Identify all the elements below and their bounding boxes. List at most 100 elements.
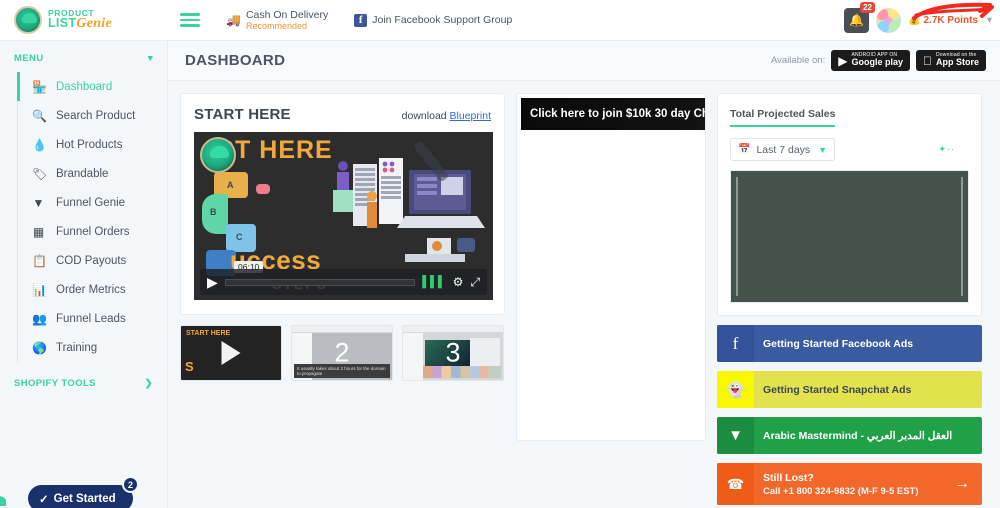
sidebar-item-label: Hot Products	[56, 138, 123, 151]
top-navigation-bar: PRODUCT LISTGenie 🚚 Cash On Delivery Rec…	[0, 0, 1000, 41]
sidebar-section-shopify-tools[interactable]: SHOPIFY TOOLS ❯	[0, 368, 167, 393]
google-play-label: Google play	[851, 57, 903, 68]
video-progress-bar[interactable]	[224, 278, 416, 286]
sidebar-item-label: Search Product	[56, 109, 136, 122]
browser-chrome-bar	[403, 326, 503, 333]
fullscreen-icon[interactable]: ⤢	[470, 275, 480, 290]
arabic-mastermind-button[interactable]: ▼ Arabic Mastermind - العقل المدبر العرب…	[717, 417, 982, 454]
volume-icon[interactable]: ▌▌▌	[422, 276, 445, 288]
sidebar-item-label: Funnel Leads	[56, 312, 126, 325]
list-item[interactable]: 2 It usually takes about 2 hours for the…	[291, 325, 393, 381]
brand-wordmark: PRODUCT LISTGenie	[48, 9, 112, 32]
challenge-card: Click here to join $10k 30 day Challenge	[516, 93, 706, 441]
sidebar-item-order-metrics[interactable]: 📊 Order Metrics	[18, 275, 167, 304]
puzzle-label-a: A	[227, 180, 234, 190]
avatar[interactable]	[876, 7, 902, 33]
sidebar-item-dashboard[interactable]: 🏪 Dashboard	[17, 72, 167, 101]
sidebar-item-hot-products[interactable]: 💧 Hot Products	[18, 130, 167, 159]
sidebar-item-funnel-orders[interactable]: ▦ Funnel Orders	[18, 217, 167, 246]
app-store-button[interactable]:  Download on the App Store	[915, 50, 986, 71]
chevron-down-icon: ▾	[147, 53, 153, 64]
start-here-column: START HERE download Blueprint RT HERE A …	[180, 93, 505, 381]
fire-drop-icon: 💧	[32, 137, 47, 152]
puzzle-label-c: C	[236, 232, 243, 242]
brand-logo-link[interactable]: PRODUCT LISTGenie	[0, 0, 168, 41]
chevron-down-icon[interactable]: ▾	[987, 15, 992, 26]
play-icon	[221, 341, 241, 365]
brand-line-2-italic: Genie	[76, 16, 112, 32]
start-here-title: START HERE	[194, 106, 291, 123]
getting-started-snapchat-ads-button[interactable]: 👻 Getting Started Snapchat Ads	[717, 371, 982, 408]
download-label: download	[401, 110, 447, 122]
sidebar-item-label: Funnel Genie	[56, 196, 126, 209]
thumbnail-caption: It usually takes about 2 hours for the d…	[294, 364, 390, 378]
thumbnail-product-strip	[423, 366, 501, 378]
download-blueprint: download Blueprint	[402, 110, 491, 122]
notification-count-badge: 22	[860, 1, 876, 13]
hamburger-icon[interactable]	[180, 10, 200, 30]
sales-chart-area	[730, 170, 969, 303]
sidebar-item-funnel-leads[interactable]: 👥 Funnel Leads	[18, 304, 167, 333]
facebook-icon: f	[354, 13, 368, 27]
google-play-button[interactable]: ▶ ANDROID APP ON Google play	[831, 50, 910, 71]
challenge-banner-text: Click here to join $10k 30 day Challenge	[530, 108, 705, 120]
date-range-dropdown[interactable]: 📅 Last 7 days ▼	[730, 138, 836, 161]
sidebar-item-brandable[interactable]: 🏷 Brandable	[18, 159, 167, 188]
snapchat-ghost-icon: 👻	[717, 371, 754, 408]
phone-icon: ☎	[717, 463, 754, 505]
tag-icon: 🏷	[32, 166, 48, 181]
notifications-button[interactable]: 🔔 22	[844, 1, 876, 33]
sidebar-item-label: Dashboard	[56, 80, 113, 93]
sidebar: MENU ▾ 🏪 Dashboard 🔍 Search Product 💧 Ho…	[0, 41, 168, 508]
blueprint-link[interactable]: Blueprint	[450, 110, 491, 122]
date-range-value: Last 7 days	[756, 143, 811, 156]
get-started-chat-button[interactable]: ✓ Get Started 2	[28, 476, 139, 508]
users-icon: 👥	[32, 311, 47, 326]
google-play-icon: ▶	[838, 53, 848, 68]
challenge-banner-link[interactable]: Click here to join $10k 30 day Challenge	[521, 98, 705, 130]
video-thumbnail-list: START HERE S 2 It usually takes about 2 …	[180, 325, 505, 381]
status-badge: 2	[122, 476, 139, 493]
getting-started-facebook-ads-button[interactable]: f Getting Started Facebook Ads	[717, 325, 982, 362]
sidebar-item-label: Brandable	[56, 167, 109, 180]
list-item[interactable]: START HERE S	[180, 325, 282, 381]
sidebar-item-label: Funnel Orders	[56, 225, 130, 238]
puzzle-label-b: B	[210, 207, 217, 217]
facebook-group-label: Join Facebook Support Group	[372, 13, 513, 26]
play-icon[interactable]: ▶	[207, 274, 218, 291]
points-indicator[interactable]: 💰 2.7K Points	[908, 15, 978, 26]
points-label: 2.7K Points	[923, 14, 978, 26]
cash-on-delivery-link[interactable]: 🚚 Cash On Delivery Recommended	[226, 9, 328, 31]
globe-icon: 🌎	[32, 340, 47, 355]
list-item[interactable]: 3	[402, 325, 504, 381]
truck-icon: 🚚	[226, 13, 241, 27]
chat-widget-label: Get Started	[53, 492, 116, 505]
start-here-video-player[interactable]: RT HERE A B C uccess STEPS	[194, 132, 493, 300]
total-projected-sales-card: Total Projected Sales 📅 Last 7 days ▼ ✦·…	[717, 93, 982, 316]
thumbnail-letter: S	[185, 359, 194, 374]
sidebar-item-funnel-genie[interactable]: ▼ Funnel Genie	[18, 188, 167, 217]
page-title: DASHBOARD	[185, 52, 286, 69]
loading-spinner-icon: ✦··	[938, 144, 955, 154]
gear-icon[interactable]: ⚙	[453, 275, 464, 289]
sidebar-item-cod-payouts[interactable]: 📋 COD Payouts	[18, 246, 167, 275]
caret-down-icon: ▼	[818, 144, 828, 155]
page-header: DASHBOARD Available on: ▶ ANDROID APP ON…	[168, 41, 1000, 81]
main-content: DASHBOARD Available on: ▶ ANDROID APP ON…	[168, 41, 1000, 508]
search-icon: 🔍	[32, 108, 47, 123]
call-card-subtitle: Call +1 800 324-9832 (M-F 9-5 EST)	[763, 485, 919, 497]
sidebar-item-search-product[interactable]: 🔍 Search Product	[18, 101, 167, 130]
sidebar-menu-label: MENU	[14, 53, 44, 64]
store-icon: 🏪	[32, 79, 47, 94]
sidebar-menu-header[interactable]: MENU ▾	[0, 49, 167, 72]
sales-card-title: Total Projected Sales	[730, 108, 836, 127]
bar-chart-icon: 📊	[32, 282, 47, 297]
clipboard-icon: 📋	[32, 253, 47, 268]
still-lost-call-card[interactable]: ☎ Still Lost? Call +1 800 324-9832 (M-F …	[717, 463, 982, 505]
facebook-support-group-link[interactable]: f Join Facebook Support Group	[354, 13, 513, 27]
sidebar-nav: 🏪 Dashboard 🔍 Search Product 💧 Hot Produ…	[17, 72, 167, 362]
thumbnail-number: 3	[445, 337, 461, 368]
cod-sublabel: Recommended	[245, 21, 307, 32]
brand-line-2: LIST	[48, 16, 77, 31]
sidebar-item-training[interactable]: 🌎 Training	[18, 333, 167, 362]
